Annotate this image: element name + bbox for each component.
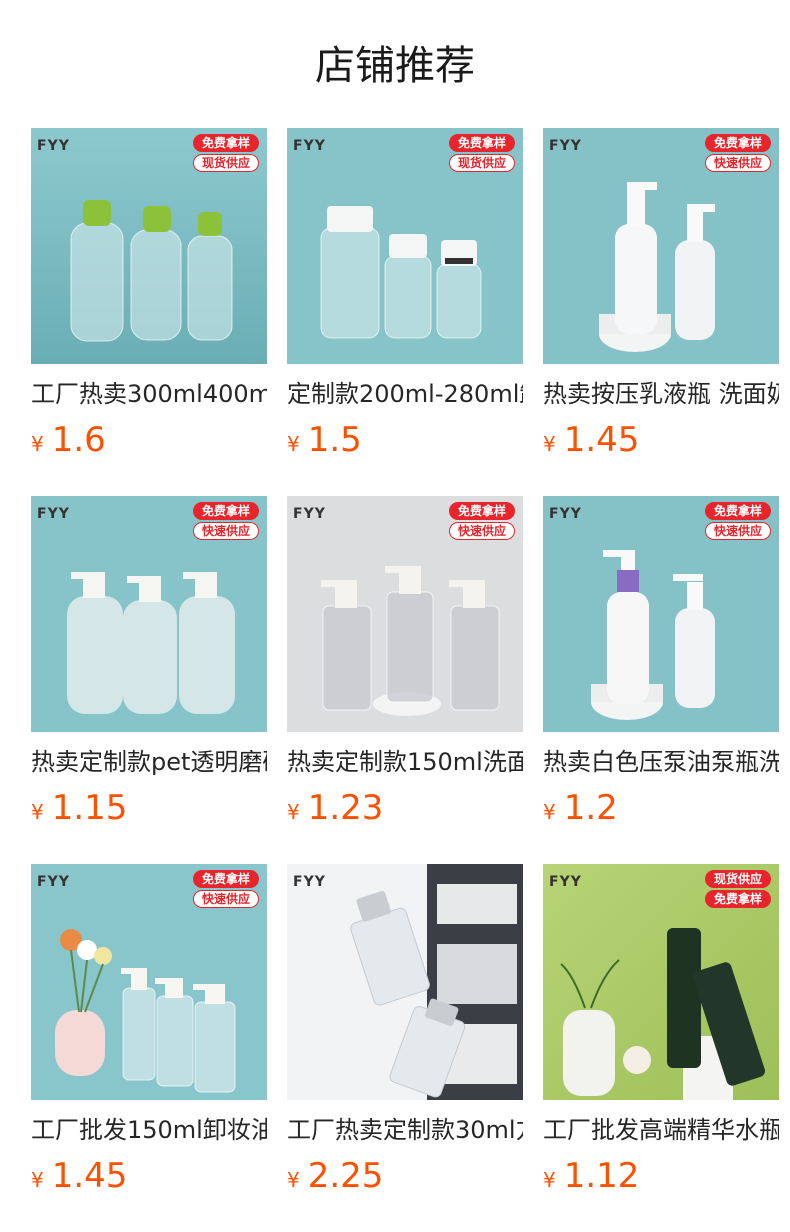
brand-logo: FYY bbox=[549, 138, 582, 154]
product-card[interactable]: FYY 免费拿样 快速供应 热卖按压乳液瓶 洗面奶瓶 ¥1.45 bbox=[543, 128, 779, 468]
product-name[interactable]: 工厂热卖300ml400ml卸妆水按压瓶 bbox=[31, 377, 267, 411]
badge: 快速供应 bbox=[193, 522, 259, 540]
price-value: 1.12 bbox=[563, 1156, 640, 1196]
price-value: 1.6 bbox=[51, 420, 106, 460]
brand-logo: FYY bbox=[293, 138, 326, 154]
product-card[interactable]: FYY 现货供应 免费拿样 工厂批发高端精华水瓶 ¥1.12 bbox=[543, 864, 779, 1204]
product-card[interactable]: FYY 免费拿样 现货供应 定制款200ml-280ml卸妆水按压瓶 ¥1.5 bbox=[287, 128, 523, 468]
price-value: 1.45 bbox=[563, 420, 640, 460]
badge: 免费拿样 bbox=[193, 502, 259, 520]
price-value: 1.2 bbox=[563, 788, 618, 828]
price-value: 1.5 bbox=[307, 420, 362, 460]
page-title: 店铺推荐 bbox=[315, 43, 475, 89]
product-image[interactable]: FYY 免费拿样 现货供应 bbox=[287, 128, 523, 364]
product-price: ¥1.5 bbox=[287, 418, 362, 468]
currency-symbol: ¥ bbox=[31, 432, 44, 456]
currency-symbol: ¥ bbox=[543, 800, 556, 824]
product-price: ¥1.15 bbox=[31, 786, 127, 836]
brand-logo: FYY bbox=[293, 506, 326, 522]
product-image[interactable]: FYY 免费拿样 快速供应 bbox=[31, 864, 267, 1100]
product-image[interactable]: FYY 免费拿样 快速供应 bbox=[543, 496, 779, 732]
product-name[interactable]: 工厂热卖定制款30ml方瓶 bbox=[287, 1113, 523, 1147]
currency-symbol: ¥ bbox=[287, 432, 300, 456]
product-name[interactable]: 热卖定制款150ml洗面奶瓶 bbox=[287, 745, 523, 779]
badge: 免费拿样 bbox=[193, 870, 259, 888]
badge: 现货供应 bbox=[449, 154, 515, 172]
badge: 免费拿样 bbox=[705, 134, 771, 152]
currency-symbol: ¥ bbox=[543, 1168, 556, 1192]
badge: 快速供应 bbox=[705, 154, 771, 172]
badge: 免费拿样 bbox=[193, 134, 259, 152]
product-image[interactable]: FYY 免费拿样 快速供应 bbox=[31, 496, 267, 732]
badge: 免费拿样 bbox=[449, 502, 515, 520]
badge: 免费拿样 bbox=[705, 890, 771, 908]
product-image[interactable]: FYY 免费拿样 现货供应 bbox=[31, 128, 267, 364]
currency-symbol: ¥ bbox=[31, 1168, 44, 1192]
badge: 现货供应 bbox=[705, 870, 771, 888]
product-image[interactable]: FYY 免费拿样 快速供应 bbox=[543, 128, 779, 364]
product-image[interactable]: FYY 现货供应 免费拿样 bbox=[543, 864, 779, 1100]
product-image[interactable]: FYY 免费拿样 快速供应 bbox=[287, 496, 523, 732]
price-value: 1.15 bbox=[51, 788, 128, 828]
product-price: ¥1.23 bbox=[287, 786, 383, 836]
price-value: 1.23 bbox=[307, 788, 384, 828]
product-name[interactable]: 热卖白色压泵油泵瓶洗发水瓶 bbox=[543, 745, 779, 779]
product-price: ¥1.2 bbox=[543, 786, 618, 836]
product-card[interactable]: FYY 免费拿样 快速供应 热卖定制款pet透明磨砂瓶 ¥1.15 bbox=[31, 496, 267, 836]
brand-logo: FYY bbox=[549, 506, 582, 522]
product-name[interactable]: 热卖按压乳液瓶 洗面奶瓶 bbox=[543, 377, 779, 411]
product-card[interactable]: FYY 免费拿样 快速供应 工厂批发150ml卸妆油瓶 ¥1.45 bbox=[31, 864, 267, 1204]
currency-symbol: ¥ bbox=[31, 800, 44, 824]
product-name[interactable]: 工厂批发高端精华水瓶 bbox=[543, 1113, 779, 1147]
product-card[interactable]: FYY 工厂热卖定制款30ml方瓶 ¥2.25 bbox=[287, 864, 523, 1204]
brand-logo: FYY bbox=[37, 874, 70, 890]
badge: 现货供应 bbox=[193, 154, 259, 172]
product-price: ¥2.25 bbox=[287, 1154, 383, 1204]
currency-symbol: ¥ bbox=[287, 800, 300, 824]
currency-symbol: ¥ bbox=[287, 1168, 300, 1192]
price-value: 2.25 bbox=[307, 1156, 384, 1196]
product-card[interactable]: FYY 免费拿样 现货供应 工厂热卖300ml400ml卸妆水按压瓶 ¥1.6 bbox=[31, 128, 267, 468]
badge: 免费拿样 bbox=[705, 502, 771, 520]
brand-logo: FYY bbox=[37, 506, 70, 522]
price-value: 1.45 bbox=[51, 1156, 128, 1196]
badge: 免费拿样 bbox=[449, 134, 515, 152]
product-price: ¥1.45 bbox=[31, 1154, 127, 1204]
product-image[interactable]: FYY bbox=[287, 864, 523, 1100]
product-price: ¥1.6 bbox=[31, 418, 106, 468]
brand-logo: FYY bbox=[549, 874, 582, 890]
product-card[interactable]: FYY 免费拿样 快速供应 热卖定制款150ml洗面奶瓶 ¥1.23 bbox=[287, 496, 523, 836]
product-name[interactable]: 定制款200ml-280ml卸妆水按压瓶 bbox=[287, 377, 523, 411]
product-card[interactable]: FYY 免费拿样 快速供应 热卖白色压泵油泵瓶洗发水瓶 ¥1.2 bbox=[543, 496, 779, 836]
brand-logo: FYY bbox=[293, 874, 326, 890]
badge: 快速供应 bbox=[449, 522, 515, 540]
brand-logo: FYY bbox=[37, 138, 70, 154]
badge: 快速供应 bbox=[193, 890, 259, 908]
product-price: ¥1.45 bbox=[543, 418, 639, 468]
currency-symbol: ¥ bbox=[543, 432, 556, 456]
product-price: ¥1.12 bbox=[543, 1154, 639, 1204]
badge: 快速供应 bbox=[705, 522, 771, 540]
product-name[interactable]: 热卖定制款pet透明磨砂瓶 bbox=[31, 745, 267, 779]
product-name[interactable]: 工厂批发150ml卸妆油瓶 bbox=[31, 1113, 267, 1147]
